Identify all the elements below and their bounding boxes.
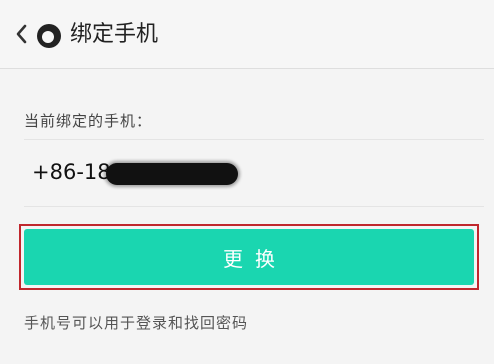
hint-text: 手机号可以用于登录和找回密码 bbox=[24, 314, 249, 332]
change-button-highlight: 更换 bbox=[19, 224, 479, 290]
phone-number-mask bbox=[106, 163, 238, 185]
chevron-left-icon[interactable] bbox=[11, 21, 33, 47]
app-bar: 绑定手机 bbox=[0, 0, 494, 69]
divider bbox=[24, 206, 484, 207]
page-title: 绑定手机 bbox=[70, 22, 159, 47]
change-button[interactable]: 更换 bbox=[24, 229, 474, 285]
divider bbox=[24, 139, 484, 140]
current-phone-label: 当前绑定的手机： bbox=[24, 112, 153, 130]
app-logo-icon bbox=[37, 24, 61, 48]
phone-number-row: +86-183 bbox=[24, 154, 484, 194]
